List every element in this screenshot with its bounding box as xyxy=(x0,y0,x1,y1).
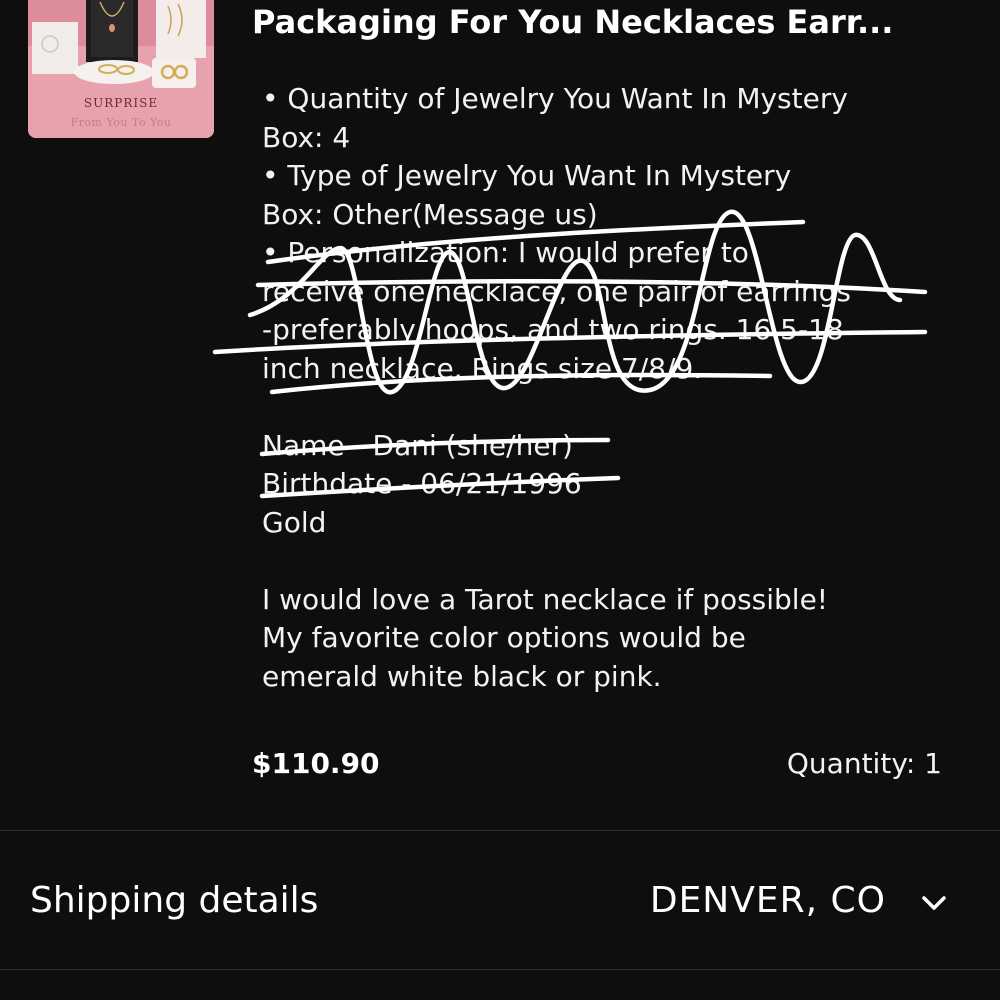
detail-line: My favorite color options would be xyxy=(262,621,746,654)
detail-spacer xyxy=(262,388,942,427)
detail-line: • Quantity of Jewelry You Want In Myster… xyxy=(262,82,848,115)
shipping-details-row[interactable]: Shipping details DENVER, CO xyxy=(0,831,1000,969)
product-thumbnail[interactable]: SURPRISE From You To You xyxy=(28,0,214,138)
detail-spacer xyxy=(262,542,942,581)
detail-line: Box: 4 xyxy=(262,120,351,154)
thumbnail-brand-text: SURPRISE xyxy=(83,96,159,110)
item-price: $110.90 xyxy=(252,747,380,780)
detail-line: Box: Other(Message us) xyxy=(262,197,598,231)
detail-line: Gold xyxy=(262,505,327,539)
detail-line: -preferably hoops, and two rings. 16.5-1… xyxy=(262,313,844,346)
product-title[interactable]: Packaging For You Necklaces Earr... xyxy=(252,2,952,42)
order-detail-screen: SURPRISE From You To You Packaging For Y… xyxy=(0,0,1000,1000)
detail-line: I would love a Tarot necklace if possibl… xyxy=(262,582,829,616)
divider xyxy=(0,969,1000,970)
detail-line: inch necklace. Rings size 7/8/9. xyxy=(262,351,703,385)
detail-line: Birthdate - 06/21/1996 xyxy=(262,467,582,500)
item-quantity: Quantity: 1 xyxy=(786,747,942,780)
detail-line: • Personalization: I would prefer to xyxy=(262,236,749,269)
detail-line: emerald white black or pink. xyxy=(262,659,662,693)
detail-line: • Type of Jewelry You Want In Mystery xyxy=(262,159,792,192)
detail-line: Name - Dani (she/her) xyxy=(262,428,573,462)
shipping-details-label: Shipping details xyxy=(30,880,319,921)
detail-line: receive one necklace, one pair of earrin… xyxy=(262,274,851,308)
chevron-down-icon[interactable] xyxy=(918,889,950,917)
thumbnail-tagline: From You To You xyxy=(70,116,172,129)
shipping-destination: DENVER, CO xyxy=(649,880,886,921)
item-details: • Quantity of Jewelry You Want In Myster… xyxy=(262,80,942,696)
